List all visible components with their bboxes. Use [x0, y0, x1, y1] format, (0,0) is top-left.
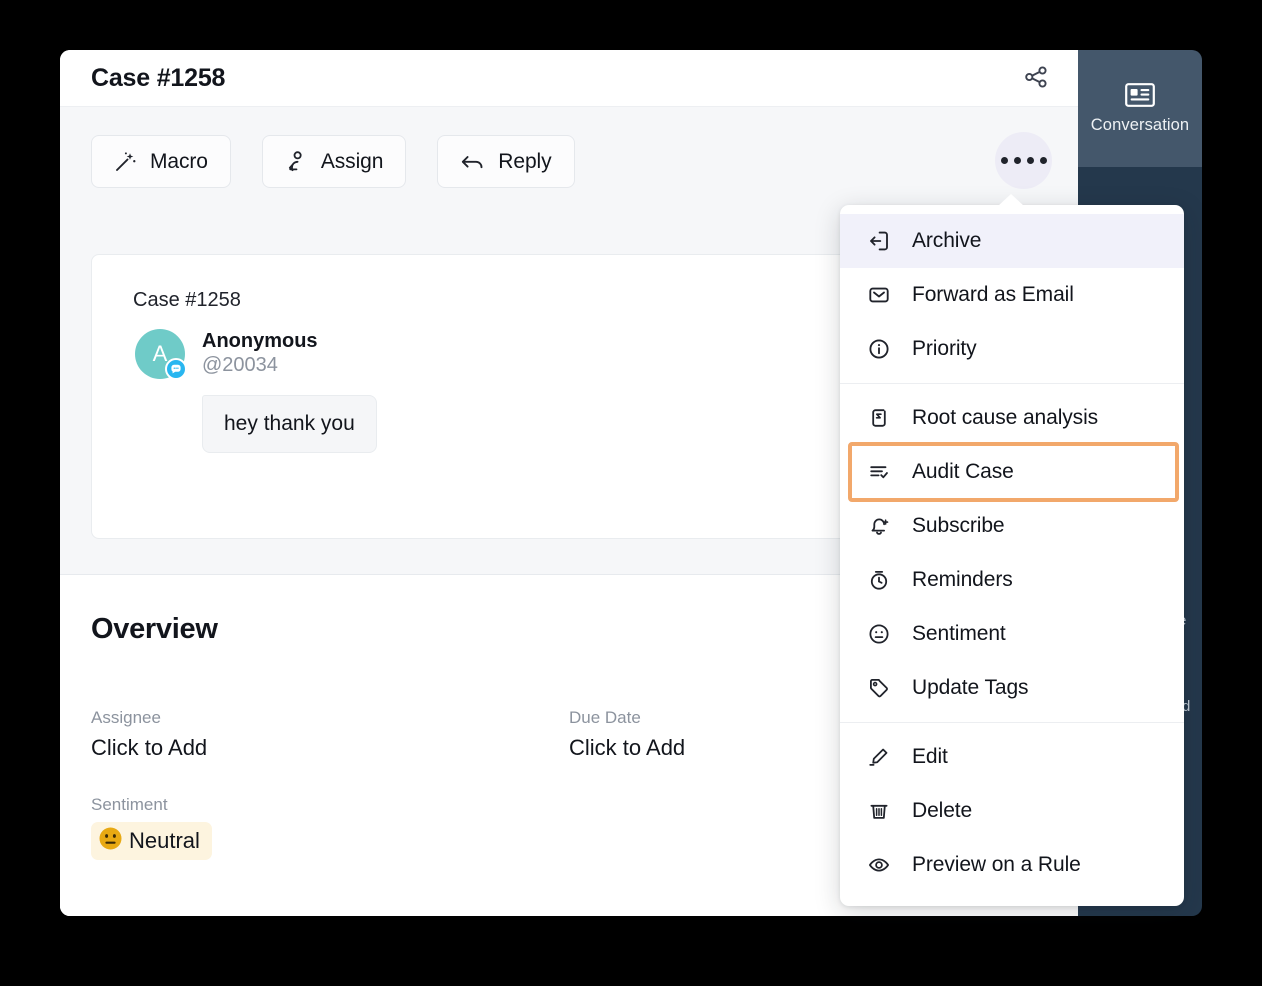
- archive-exit-icon: [867, 229, 891, 253]
- sender-handle: @20034: [202, 354, 278, 377]
- tab-conversation-label: Conversation: [1090, 115, 1190, 134]
- root-cause-icon: [867, 406, 891, 430]
- menu-item-audit-case[interactable]: Audit Case: [848, 442, 1179, 502]
- share-button[interactable]: [1019, 62, 1053, 96]
- menu-separator-1: [840, 383, 1184, 384]
- menu-item-forward-as-email-label: Forward as Email: [912, 283, 1074, 306]
- assign-button-label: Assign: [320, 149, 384, 173]
- envelope-icon: [867, 283, 891, 307]
- menu-item-preview-on-a-rule-label: Preview on a Rule: [912, 853, 1081, 876]
- pencil-icon: [867, 745, 891, 769]
- sentiment-value: Neutral: [129, 828, 200, 853]
- menu-item-priority-label: Priority: [912, 337, 977, 360]
- reply-button[interactable]: Reply: [437, 135, 575, 188]
- card-header: Case #1258: [60, 50, 1078, 107]
- menu-item-root-cause-analysis-label: Root cause analysis: [912, 406, 1099, 429]
- menu-item-preview-on-a-rule[interactable]: Preview on a Rule: [840, 838, 1184, 892]
- person-assign-icon: [285, 150, 308, 173]
- tab-conversation[interactable]: Conversation: [1078, 50, 1202, 167]
- more-dot-3: [1039, 157, 1047, 164]
- menu-item-priority[interactable]: Priority: [840, 322, 1184, 376]
- menu-item-audit-case-label: Audit Case: [912, 460, 1014, 483]
- info-circle-icon: [867, 337, 891, 361]
- message-content: Anonymous @20034 hey thank you: [202, 329, 377, 453]
- assignee-label: Assignee: [91, 708, 161, 727]
- context-menu: Archive Forward as Email Priority Root c…: [840, 194, 1184, 906]
- menu-item-subscribe-label: Subscribe: [912, 514, 1005, 537]
- bell-plus-icon: [867, 514, 891, 538]
- page-title: Case #1258: [91, 63, 226, 92]
- assignee-value[interactable]: Click to Add: [91, 735, 569, 761]
- status-badge[interactable]: Neutral: [91, 822, 212, 860]
- share-icon: [1023, 64, 1049, 95]
- menu-pointer: [998, 194, 1024, 206]
- menu-item-archive-label: Archive: [912, 229, 982, 252]
- menu-item-delete[interactable]: Delete: [840, 784, 1184, 838]
- magic-wand-icon: [114, 150, 137, 173]
- menu-item-reminders-label: Reminders: [912, 568, 1013, 591]
- menu-item-reminders[interactable]: Reminders: [840, 553, 1184, 607]
- menu-item-edit[interactable]: Edit: [840, 730, 1184, 784]
- eye-icon: [867, 853, 891, 877]
- menu-item-update-tags[interactable]: Update Tags: [840, 661, 1184, 715]
- message-bubble: hey thank you: [202, 394, 377, 453]
- menu-item-delete-label: Delete: [912, 799, 973, 822]
- more-dot-2: [1026, 157, 1034, 164]
- macro-button-label: Macro: [150, 149, 208, 173]
- menu-item-archive[interactable]: Archive: [840, 214, 1184, 268]
- audit-list-icon: [867, 460, 891, 484]
- menu-item-subscribe[interactable]: Subscribe: [840, 499, 1184, 553]
- tag-icon: [867, 676, 891, 700]
- menu-item-edit-label: Edit: [912, 745, 948, 768]
- trash-icon: [867, 799, 891, 823]
- more-options-button[interactable]: [995, 132, 1052, 189]
- chat-bubble-icon: [165, 358, 187, 380]
- assign-button[interactable]: Assign: [261, 135, 407, 188]
- more-options-icon: [1000, 157, 1008, 164]
- conversation-case-id: Case #1258: [133, 289, 241, 311]
- menu-item-update-tags-label: Update Tags: [912, 676, 1029, 699]
- menu-item-sentiment-label: Sentiment: [912, 622, 1006, 645]
- stopwatch-icon: [867, 568, 891, 592]
- message-row: A Anonymous @20034 hey thank you: [135, 329, 377, 453]
- sender-name: Anonymous: [202, 330, 318, 352]
- neutral-face-icon: [867, 622, 891, 646]
- menu-separator-2: [840, 722, 1184, 723]
- more-dot-1: [1013, 157, 1021, 164]
- neutral-face-icon: [98, 826, 123, 856]
- reply-arrow-icon: [460, 150, 485, 173]
- avatar: A: [135, 329, 187, 380]
- field-assignee: Assignee Click to Add: [91, 708, 569, 761]
- menu-item-root-cause-analysis[interactable]: Root cause analysis: [840, 391, 1184, 445]
- macro-button[interactable]: Macro: [91, 135, 231, 188]
- card-list-icon: [1125, 82, 1155, 107]
- menu-item-forward-as-email[interactable]: Forward as Email: [840, 268, 1184, 322]
- reply-button-label: Reply: [498, 149, 552, 173]
- menu-item-sentiment[interactable]: Sentiment: [840, 607, 1184, 661]
